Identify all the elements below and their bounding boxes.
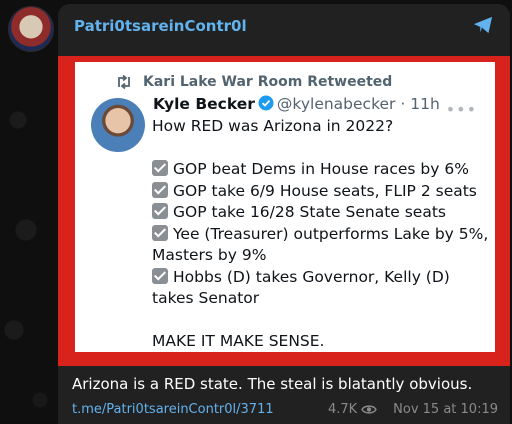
tweet-separator: · <box>400 95 406 113</box>
view-count: 4.7K <box>327 402 358 417</box>
check-icon <box>152 224 168 241</box>
tweet-line: Hobbs (D) takes Governor, Kelly (D) <box>152 267 492 289</box>
channel-avatar[interactable] <box>8 6 54 52</box>
tweet-body: How RED was Arizona in 2022? GOP beat De… <box>152 116 492 353</box>
tweet-line: GOP beat Dems in House races by 6% <box>152 159 492 181</box>
eye-icon <box>361 405 377 414</box>
tweet-display-name: Kyle Becker <box>153 95 255 113</box>
post-meta: 4.7K Nov 15 at 10:19 <box>328 402 498 417</box>
verified-icon <box>258 95 274 111</box>
post-caption: Arizona is a RED state. The steal is bla… <box>72 375 473 393</box>
retweet-icon <box>118 75 130 89</box>
check-icon <box>152 267 168 284</box>
check-icon <box>152 203 168 219</box>
tweet-line: How RED was Arizona in 2022? <box>152 117 394 135</box>
channel-name[interactable]: Patri0tsareinContr0l <box>74 17 247 35</box>
tweet-line: Yee (Treasurer) outperforms Lake by 5%, <box>152 224 492 246</box>
post-link[interactable]: t.me/Patri0tsareinContr0l/3711 <box>72 402 274 417</box>
post-timestamp: Nov 15 at 10:19 <box>393 402 498 417</box>
tweet-handle: @kylenabecker <box>276 95 396 113</box>
tweet-line: Masters by 9% <box>152 246 267 264</box>
tweet-author-avatar <box>91 98 145 152</box>
tweet-screenshot: Kari Lake War Room Retweeted Kyle Becker… <box>75 62 495 352</box>
tweet-author-row: Kyle Becker @kylenabecker · 11h <box>153 95 440 113</box>
tweet-line: MAKE IT MAKE SENSE. <box>152 332 325 350</box>
check-icon <box>152 160 168 176</box>
tweet-line: takes Senator <box>152 289 260 307</box>
retweet-line: Kari Lake War Room Retweeted <box>115 74 392 90</box>
retweet-label: Kari Lake War Room Retweeted <box>143 74 393 90</box>
tweet-line: GOP take 16/28 State Senate seats <box>152 202 492 224</box>
share-icon[interactable] <box>472 15 494 35</box>
tweet-age: 11h <box>410 95 440 113</box>
tweet-line: GOP take 6/9 House seats, FLIP 2 seats <box>152 181 492 203</box>
check-icon <box>152 181 168 198</box>
